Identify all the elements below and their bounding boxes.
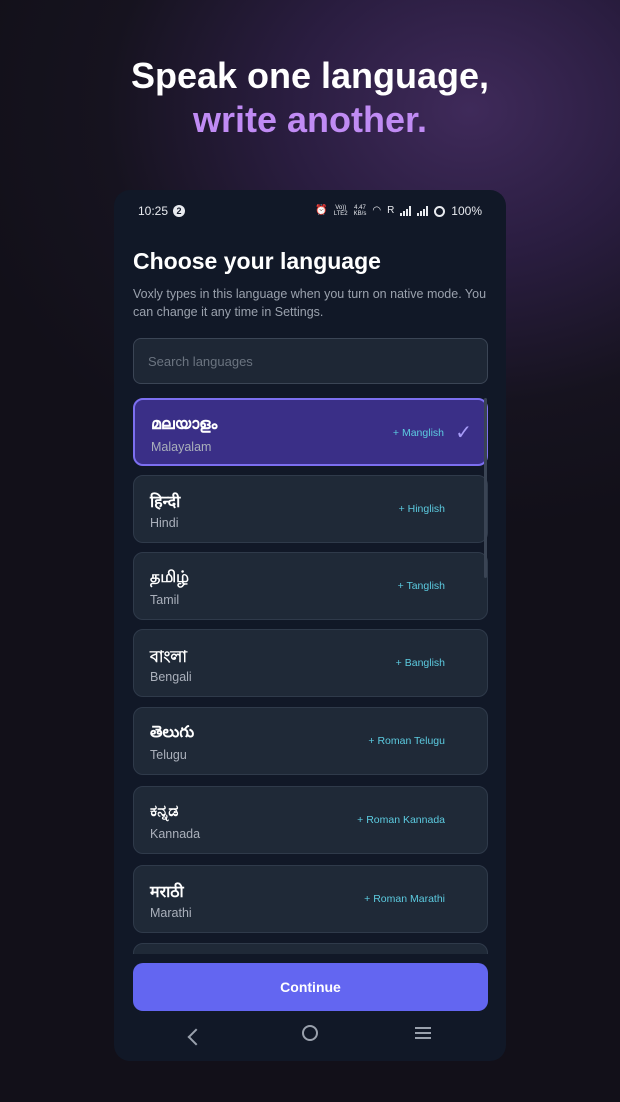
romanization-tag: + Tanglish bbox=[397, 580, 445, 592]
status-time: 10:25 bbox=[138, 204, 169, 218]
phone-screen: 10:25 2 ⏰ Vo)) LTE2 4.47 KB/s ◠ R 100% Cho… bbox=[114, 190, 506, 1061]
language-option[interactable]: मराठी Marathi + Roman Marathi bbox=[133, 865, 488, 933]
language-native-name: தமிழ் bbox=[150, 567, 190, 586]
volte-bottom: LTE2 bbox=[333, 211, 348, 217]
language-list[interactable]: മലയാളം Malayalam + Manglish ✓ हिन्दी Hindi + H… bbox=[133, 398, 488, 954]
romanization-tag: + Roman Telugu bbox=[368, 735, 445, 747]
signal-icon-2 bbox=[417, 206, 429, 216]
language-native-name: తెలుగు bbox=[150, 722, 195, 741]
language-english-name: Tamil bbox=[150, 593, 180, 607]
menu-icon[interactable] bbox=[415, 1027, 431, 1039]
back-icon[interactable] bbox=[187, 1028, 205, 1046]
language-native-name: മലയാളം bbox=[151, 414, 218, 433]
language-native-name: मराठी bbox=[150, 882, 184, 901]
language-option-partial[interactable] bbox=[133, 943, 488, 954]
check-icon: ✓ bbox=[455, 422, 472, 444]
search-input[interactable] bbox=[133, 338, 488, 384]
romanization-tag: + Hinglish bbox=[398, 503, 445, 515]
status-bar: 10:25 2 ⏰ Vo)) LTE2 4.47 KB/s ◠ R 100% bbox=[138, 204, 482, 220]
hero-line-1: Speak one language, bbox=[130, 55, 490, 96]
romanization-tag: + Manglish bbox=[392, 427, 444, 439]
notification-badge: 2 bbox=[173, 205, 185, 217]
language-english-name: Kannada bbox=[150, 827, 201, 841]
continue-button[interactable]: Continue bbox=[133, 963, 488, 1011]
language-option[interactable]: हिन्दी Hindi + Hinglish bbox=[133, 475, 488, 543]
romanization-tag: + Roman Marathi bbox=[364, 893, 445, 905]
language-option[interactable]: ಕನ್ನಡ Kannada + Roman Kannada bbox=[133, 786, 488, 854]
language-english-name: Telugu bbox=[150, 748, 187, 762]
home-icon[interactable] bbox=[302, 1025, 318, 1041]
language-native-name: हिन्दी bbox=[150, 492, 181, 511]
hero-line-2: write another. bbox=[192, 99, 428, 140]
romanization-tag: + Roman Kannada bbox=[357, 814, 445, 826]
signal-icon bbox=[400, 206, 412, 216]
language-native-name: ಕನ್ನಡ bbox=[150, 801, 179, 820]
romanization-tag: + Banglish bbox=[395, 657, 445, 669]
page-title: Choose your language bbox=[133, 248, 381, 274]
wifi-icon: ◠ bbox=[372, 205, 382, 216]
language-option[interactable]: বাংলা Bengali + Banglish bbox=[133, 629, 488, 697]
hero-heading: Speak one language, write another. bbox=[0, 54, 620, 142]
battery-level: 100% bbox=[451, 204, 482, 218]
net-speed-unit: KB/s bbox=[353, 211, 367, 217]
battery-icon bbox=[434, 205, 446, 217]
language-english-name: Hindi bbox=[150, 516, 179, 530]
list-scrollbar[interactable] bbox=[484, 398, 487, 578]
roaming-indicator: R bbox=[387, 205, 395, 216]
status-icons: ⏰ Vo)) LTE2 4.47 KB/s ◠ R 100% bbox=[315, 204, 482, 218]
volte-indicator: Vo)) LTE2 bbox=[334, 205, 348, 217]
language-option[interactable]: தமிழ் Tamil + Tanglish bbox=[133, 552, 488, 620]
language-english-name: Bengali bbox=[150, 670, 192, 684]
language-option[interactable]: മലയാളം Malayalam + Manglish ✓ bbox=[133, 398, 488, 466]
page-subtitle: Voxly types in this language when you tu… bbox=[133, 287, 487, 319]
language-english-name: Malayalam bbox=[151, 440, 212, 454]
system-nav-bar bbox=[114, 1021, 506, 1061]
alarm-icon: ⏰ bbox=[315, 205, 328, 216]
language-english-name: Marathi bbox=[150, 906, 192, 920]
network-speed: 4.47 KB/s bbox=[354, 205, 367, 217]
language-option[interactable]: తెలుగు Telugu + Roman Telugu bbox=[133, 707, 488, 775]
language-native-name: বাংলা bbox=[150, 647, 187, 666]
